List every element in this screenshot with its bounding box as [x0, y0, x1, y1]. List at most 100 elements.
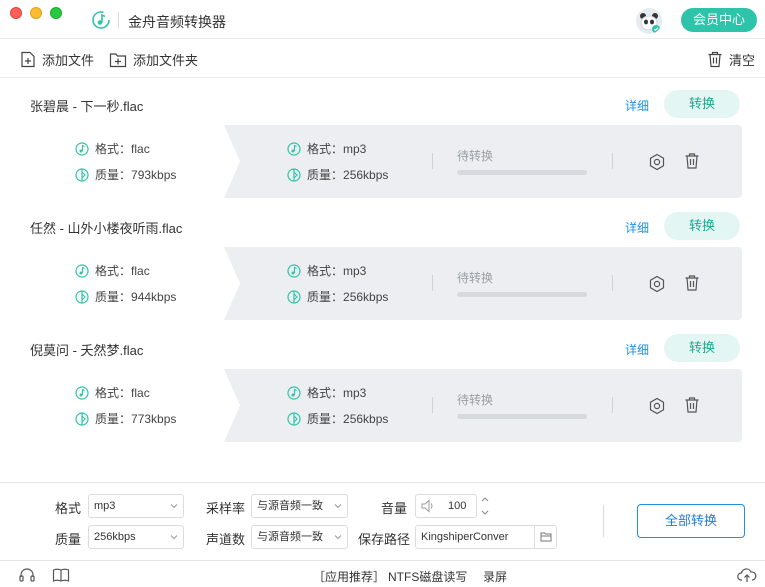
source-quality-label: 质量：	[95, 168, 132, 182]
target-format-value: mp3	[343, 385, 367, 400]
target-quality: 质量： 256kbps	[287, 166, 388, 183]
source-info-panel	[30, 247, 270, 320]
quality-icon	[287, 289, 301, 304]
file-card: 格式： flac 质量： 793kbps 格式： mp3 质量： 256kbps 待转换	[30, 125, 742, 198]
source-quality-value: 944kbps	[131, 289, 177, 304]
file-name: 任然 - 山外小楼夜听雨.flac	[30, 221, 183, 236]
volume-stepper[interactable]	[478, 494, 492, 518]
book-guide-icon[interactable]	[52, 567, 70, 583]
convert-button[interactable]: 转换	[664, 334, 740, 362]
samplerate-select[interactable]: 与源音频一致	[251, 494, 348, 518]
quality-icon	[75, 167, 89, 182]
target-format: 格式： mp3	[287, 140, 366, 157]
status-text: 待转换	[457, 149, 494, 163]
clear-label: 清空	[729, 53, 756, 68]
card-separator	[612, 153, 613, 169]
add-file-button[interactable]: 添加文件	[20, 50, 94, 69]
quality-icon	[287, 167, 301, 182]
target-quality-label: 质量：	[307, 412, 344, 426]
ntfs-link[interactable]: NTFS磁盘读写	[388, 568, 467, 585]
music-note-icon	[287, 263, 301, 278]
headset-support-icon[interactable]	[18, 567, 36, 583]
format-label: 格式	[55, 501, 82, 516]
app-title: 金舟音频转换器	[128, 14, 226, 30]
browse-folder-button[interactable]	[534, 526, 556, 548]
source-quality: 质量： 773kbps	[75, 410, 176, 427]
panda-avatar-icon	[636, 8, 662, 34]
target-quality: 质量： 256kbps	[287, 410, 388, 427]
add-folder-button[interactable]: 添加文件夹	[109, 50, 198, 69]
target-format-value: mp3	[343, 263, 367, 278]
target-quality-label: 质量：	[307, 290, 344, 304]
card-separator	[432, 275, 433, 291]
target-format: 格式： mp3	[287, 262, 366, 279]
target-quality-value: 256kbps	[343, 411, 389, 426]
target-format-label: 格式：	[307, 386, 344, 400]
detail-link[interactable]: 详细	[625, 97, 649, 114]
clear-button[interactable]: 清空	[707, 50, 755, 69]
target-format-label: 格式：	[307, 264, 344, 278]
status-text: 待转换	[457, 271, 494, 285]
quality-select-value: 256kbps	[94, 531, 136, 543]
gear-icon[interactable]	[648, 153, 666, 171]
savepath-input[interactable]: KingshiperConver	[415, 525, 557, 549]
source-panel-arrow-bg	[30, 247, 240, 320]
add-file-label: 添加文件	[42, 53, 95, 68]
card-separator	[612, 397, 613, 413]
quality-icon	[75, 411, 89, 426]
window-close-button[interactable]	[10, 7, 22, 19]
music-note-icon	[75, 141, 89, 156]
user-avatar[interactable]	[636, 8, 662, 34]
source-panel-arrow-bg	[30, 369, 240, 442]
chevron-down-icon	[334, 504, 342, 509]
convert-button[interactable]: 转换	[664, 212, 740, 240]
chevron-down-icon	[334, 535, 342, 540]
progress-bar	[457, 292, 587, 297]
add-folder-label: 添加文件夹	[133, 53, 199, 68]
quality-icon	[75, 289, 89, 304]
volume-label: 音量	[381, 501, 408, 516]
title-bar: 金舟音频转换器 会员中心	[0, 0, 765, 38]
output-settings-panel: 格式 mp3 质量 256kbps 采样率 与源音频一致 声道数 与源音频一致 …	[0, 482, 765, 560]
chevron-down-icon	[170, 504, 178, 509]
detail-link[interactable]: 详细	[625, 219, 649, 236]
folder-icon	[540, 532, 552, 542]
detail-link[interactable]: 详细	[625, 341, 649, 358]
file-card: 格式： flac 质量： 944kbps 格式： mp3 质量： 256kbps 待转换	[30, 247, 742, 320]
convert-button[interactable]: 转换	[664, 90, 740, 118]
format-select[interactable]: mp3	[88, 494, 184, 518]
music-note-icon	[75, 385, 89, 400]
music-note-icon	[287, 385, 301, 400]
source-format-label: 格式：	[95, 386, 132, 400]
quality-select[interactable]: 256kbps	[88, 525, 184, 549]
vip-center-button[interactable]: 会员中心	[681, 8, 757, 32]
channels-select[interactable]: 与源音频一致	[251, 525, 348, 549]
source-format-value: flac	[131, 263, 150, 278]
delete-icon[interactable]	[684, 396, 700, 414]
target-quality-label: 质量：	[307, 168, 344, 182]
window-minimize-button[interactable]	[30, 7, 42, 19]
volume-input[interactable]: 100	[415, 494, 477, 518]
progress-bar	[457, 414, 587, 419]
file-list: 张碧晨 - 下一秒.flac 详细 转换 格式： flac 质量： 793kbps 格式： mp…	[0, 78, 765, 482]
source-quality-label: 质量：	[95, 412, 132, 426]
card-separator	[432, 397, 433, 413]
app-recommend-link[interactable]: ［应用推荐］	[313, 568, 385, 585]
source-panel-arrow-bg	[30, 125, 240, 198]
convert-all-button[interactable]: 全部转换	[637, 504, 745, 538]
screen-record-link[interactable]: 录屏	[483, 568, 507, 585]
cloud-upload-icon[interactable]	[737, 567, 757, 583]
gear-icon[interactable]	[648, 275, 666, 293]
volume-value: 100	[448, 500, 467, 512]
source-format-value: flac	[131, 141, 150, 156]
delete-icon[interactable]	[684, 274, 700, 292]
chevron-down-icon	[170, 535, 178, 540]
panel-separator	[603, 505, 604, 537]
source-quality: 质量： 793kbps	[75, 166, 176, 183]
toolbar: 添加文件 添加文件夹 清空	[0, 38, 765, 78]
gear-icon[interactable]	[648, 397, 666, 415]
target-format-value: mp3	[343, 141, 367, 156]
channels-select-value: 与源音频一致	[257, 531, 323, 543]
delete-icon[interactable]	[684, 152, 700, 170]
window-maximize-button[interactable]	[50, 7, 62, 19]
